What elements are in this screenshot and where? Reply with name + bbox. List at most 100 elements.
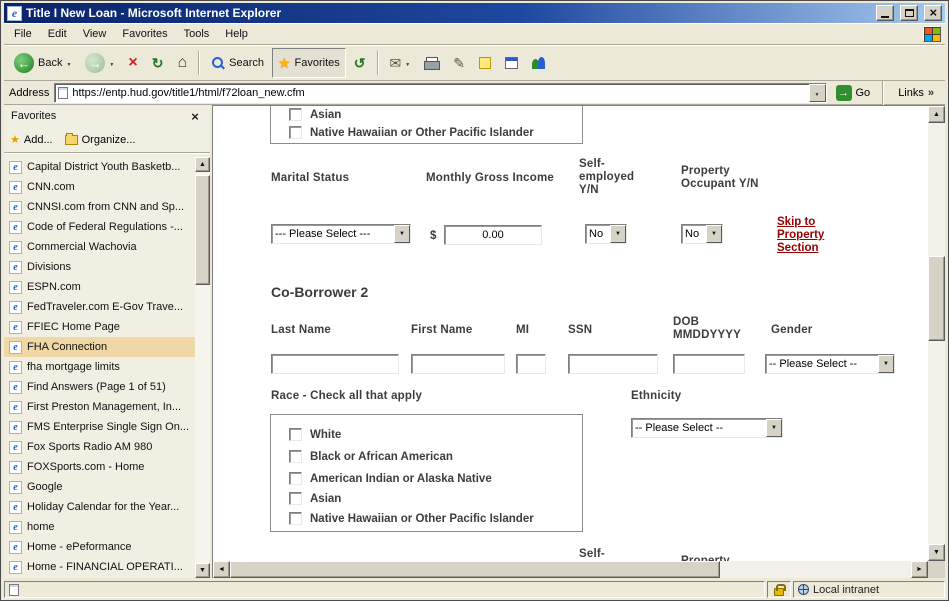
- self-employed-select[interactable]: No: [585, 224, 627, 244]
- research-button[interactable]: [499, 48, 524, 78]
- selected-value: No: [682, 228, 706, 240]
- menu-view[interactable]: View: [75, 25, 115, 43]
- scroll-thumb[interactable]: [230, 561, 720, 578]
- links-button[interactable]: Links: [892, 87, 940, 99]
- close-icon: [929, 4, 937, 22]
- security-pane[interactable]: [767, 581, 791, 598]
- favorites-item[interactable]: FedTraveler.com E-Gov Trave...: [4, 297, 195, 317]
- history-button[interactable]: [348, 48, 372, 78]
- scroll-up-button[interactable]: [928, 106, 945, 123]
- first-name-input[interactable]: [411, 354, 505, 374]
- checkbox-native-hawaiian[interactable]: [289, 512, 302, 525]
- stop-button[interactable]: [122, 48, 143, 78]
- favorites-scrollbar[interactable]: [195, 157, 210, 578]
- favorites-item[interactable]: Google: [4, 477, 195, 497]
- minimize-icon: [881, 16, 889, 18]
- favorites-item[interactable]: Code of Federal Regulations -...: [4, 217, 195, 237]
- scroll-thumb[interactable]: [928, 256, 945, 341]
- favorites-item[interactable]: Find Answers (Page 1 of 51): [4, 377, 195, 397]
- ssn-input[interactable]: [568, 354, 658, 374]
- search-button[interactable]: Search: [205, 48, 270, 78]
- maximize-icon: [905, 9, 914, 17]
- menu-favorites[interactable]: Favorites: [114, 25, 175, 43]
- add-favorite-icon: [10, 133, 20, 146]
- horizontal-scrollbar[interactable]: [213, 561, 928, 578]
- last-name-input[interactable]: [271, 354, 399, 374]
- scroll-right-button[interactable]: [911, 561, 928, 578]
- menu-edit[interactable]: Edit: [40, 25, 75, 43]
- discuss-button[interactable]: [473, 48, 497, 78]
- favorites-button[interactable]: Favorites: [272, 48, 346, 78]
- favorites-item[interactable]: Divisions: [4, 257, 195, 277]
- marital-status-select[interactable]: --- Please Select ---: [271, 224, 411, 244]
- organize-favorites-button[interactable]: Organize...: [65, 134, 136, 146]
- favorites-item[interactable]: Home - ePeformance: [4, 537, 195, 557]
- menu-help[interactable]: Help: [217, 25, 256, 43]
- favorites-item[interactable]: FFIEC Home Page: [4, 317, 195, 337]
- dropdown-arrow-icon: [610, 225, 626, 243]
- favorites-item[interactable]: FOXSports.com - Home: [4, 457, 195, 477]
- go-button[interactable]: Go: [832, 82, 875, 104]
- close-button[interactable]: [924, 5, 942, 21]
- favorites-item[interactable]: FMS Enterprise Single Sign On...: [4, 417, 195, 437]
- add-favorite-button[interactable]: Add...: [10, 133, 53, 146]
- back-button[interactable]: Back: [8, 48, 77, 78]
- favicon-icon: [9, 421, 22, 434]
- favorites-item[interactable]: Commercial Wachovia: [4, 237, 195, 257]
- menu-tools[interactable]: Tools: [176, 25, 218, 43]
- mi-input[interactable]: [516, 354, 546, 374]
- property-occupant-select[interactable]: No: [681, 224, 723, 244]
- favicon-icon: [9, 301, 22, 314]
- scroll-down-button[interactable]: [195, 563, 210, 578]
- ethnicity-select[interactable]: -- Please Select --: [631, 418, 783, 438]
- back-dropdown-arrow-icon[interactable]: [66, 57, 71, 69]
- gender-select[interactable]: -- Please Select --: [765, 354, 895, 374]
- favorites-item[interactable]: Capital District Youth Basketb...: [4, 157, 195, 177]
- edit-button[interactable]: [447, 48, 471, 78]
- favorites-item[interactable]: fha mortgage limits: [4, 357, 195, 377]
- favorites-item[interactable]: CNNSI.com from CNN and Sp...: [4, 197, 195, 217]
- favicon-icon: [9, 161, 22, 174]
- minimize-button[interactable]: [876, 5, 894, 21]
- forward-button[interactable]: [79, 48, 120, 78]
- home-button[interactable]: [171, 48, 193, 78]
- scroll-up-button[interactable]: [195, 157, 210, 172]
- mail-dropdown-arrow-icon[interactable]: [405, 57, 410, 69]
- favorites-item[interactable]: home: [4, 517, 195, 537]
- favorites-item[interactable]: Home - FINANCIAL OPERATI...: [4, 557, 195, 577]
- close-panel-button[interactable]: [187, 109, 203, 124]
- scroll-down-button[interactable]: [928, 544, 945, 561]
- messenger-button[interactable]: [526, 48, 551, 78]
- favorites-item[interactable]: Fox Sports Radio AM 980: [4, 437, 195, 457]
- checkbox-white[interactable]: [289, 428, 302, 441]
- checkbox-label: Black or African American: [310, 451, 453, 463]
- favorites-item[interactable]: ESPN.com: [4, 277, 195, 297]
- refresh-button[interactable]: [146, 48, 170, 78]
- checkbox-asian[interactable]: [289, 492, 302, 505]
- checkbox-native-hawaiian[interactable]: [289, 126, 302, 139]
- favorites-item[interactable]: Holiday Calendar for the Year...: [4, 497, 195, 517]
- address-input[interactable]: https://entp.hud.gov/title1/html/f72loan…: [54, 83, 826, 103]
- maximize-button[interactable]: [900, 5, 918, 21]
- menu-file[interactable]: File: [6, 25, 40, 43]
- favorites-item-selected[interactable]: FHA Connection: [4, 337, 195, 357]
- skip-to-property-section-link[interactable]: Skip to Property Section: [777, 216, 824, 255]
- checkbox-american-indian-or-alaska-native[interactable]: [289, 472, 302, 485]
- security-zone-pane[interactable]: Local intranet: [793, 581, 945, 598]
- checkbox-label: White: [310, 429, 341, 441]
- forward-dropdown-arrow-icon[interactable]: [109, 57, 114, 69]
- favorites-item[interactable]: First Preston Management, In...: [4, 397, 195, 417]
- scroll-left-button[interactable]: [213, 561, 230, 578]
- vertical-scrollbar[interactable]: [928, 106, 945, 561]
- add-favorite-label: Add...: [24, 134, 53, 146]
- mail-button[interactable]: [384, 48, 417, 78]
- favorites-item[interactable]: CNN.com: [4, 177, 195, 197]
- print-button[interactable]: [418, 48, 445, 78]
- monthly-gross-income-input[interactable]: [444, 225, 542, 245]
- address-dropdown-button[interactable]: [809, 84, 826, 102]
- checkbox-black-or-african-american[interactable]: [289, 450, 302, 463]
- checkbox-asian[interactable]: [289, 108, 302, 121]
- toolbar-separator: [198, 51, 200, 75]
- dob-input[interactable]: [673, 354, 745, 374]
- scroll-thumb[interactable]: [195, 175, 210, 285]
